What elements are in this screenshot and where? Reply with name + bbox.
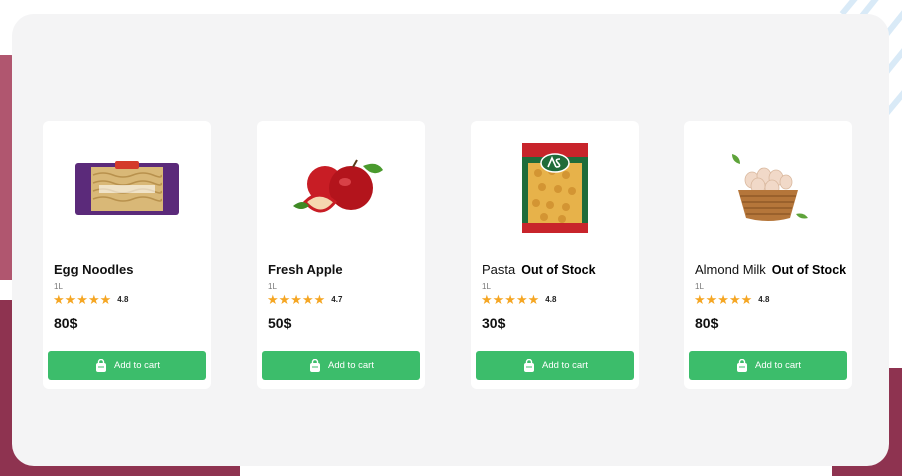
product-name: Egg Noodles	[54, 262, 134, 277]
product-image	[67, 141, 187, 237]
add-to-cart-label: Add to cart	[328, 360, 374, 371]
rating: ★★★★★ 4.8	[481, 293, 556, 306]
star-icon: ★★★★★	[694, 292, 753, 307]
product-card: Pasta Out of Stock 1L ★★★★★ 4.8 30$ Add …	[471, 121, 639, 389]
product-name: Fresh Apple	[268, 262, 343, 277]
product-image	[281, 141, 401, 237]
pasta-package-icon	[522, 143, 588, 233]
rating: ★★★★★ 4.8	[53, 293, 128, 306]
basket-icon	[524, 358, 535, 372]
add-to-cart-button[interactable]: Add to cart	[476, 351, 634, 380]
product-quantity: 1L	[695, 282, 704, 291]
star-icon: ★★★★★	[267, 292, 326, 307]
add-to-cart-button[interactable]: Add to cart	[689, 351, 847, 380]
add-to-cart-label: Add to cart	[114, 360, 160, 371]
stock-status: Out of Stock	[521, 263, 596, 277]
basket-icon	[96, 358, 107, 372]
rating: ★★★★★ 4.8	[694, 293, 769, 306]
product-price: 80$	[695, 315, 719, 331]
red-apples-icon	[293, 159, 383, 213]
add-to-cart-button[interactable]: Add to cart	[262, 351, 420, 380]
product-image	[495, 141, 615, 237]
star-icon: ★★★★★	[481, 292, 540, 307]
product-panel: Egg Noodles 1L ★★★★★ 4.8 80$ Add to cart	[12, 14, 889, 466]
egg-noodles-package-icon	[75, 161, 179, 215]
product-card: Fresh Apple 1L ★★★★★ 4.7 50$ Add to cart	[257, 121, 425, 389]
product-price: 30$	[482, 315, 506, 331]
star-icon: ★★★★★	[53, 292, 112, 307]
product-name: Pasta	[482, 262, 516, 277]
product-image	[708, 141, 828, 237]
rating-value: 4.7	[331, 295, 343, 304]
add-to-cart-label: Add to cart	[542, 360, 588, 371]
rating-value: 4.8	[117, 295, 129, 304]
egg-basket-icon	[732, 154, 808, 221]
product-price: 80$	[54, 315, 78, 331]
rating-value: 4.8	[545, 295, 557, 304]
product-card: Almond Milk Out of Stock 1L ★★★★★ 4.8 80…	[684, 121, 852, 389]
rating-value: 4.8	[758, 295, 770, 304]
product-quantity: 1L	[482, 282, 491, 291]
product-name: Almond Milk	[695, 262, 766, 277]
basket-icon	[737, 358, 748, 372]
product-quantity: 1L	[54, 282, 63, 291]
basket-icon	[310, 358, 321, 372]
product-card: Egg Noodles 1L ★★★★★ 4.8 80$ Add to cart	[43, 121, 211, 389]
add-to-cart-label: Add to cart	[755, 360, 801, 371]
stock-status: Out of Stock	[771, 263, 847, 277]
product-quantity: 1L	[268, 282, 277, 291]
rating: ★★★★★ 4.7	[267, 293, 342, 306]
add-to-cart-button[interactable]: Add to cart	[48, 351, 206, 380]
product-price: 50$	[268, 315, 292, 331]
